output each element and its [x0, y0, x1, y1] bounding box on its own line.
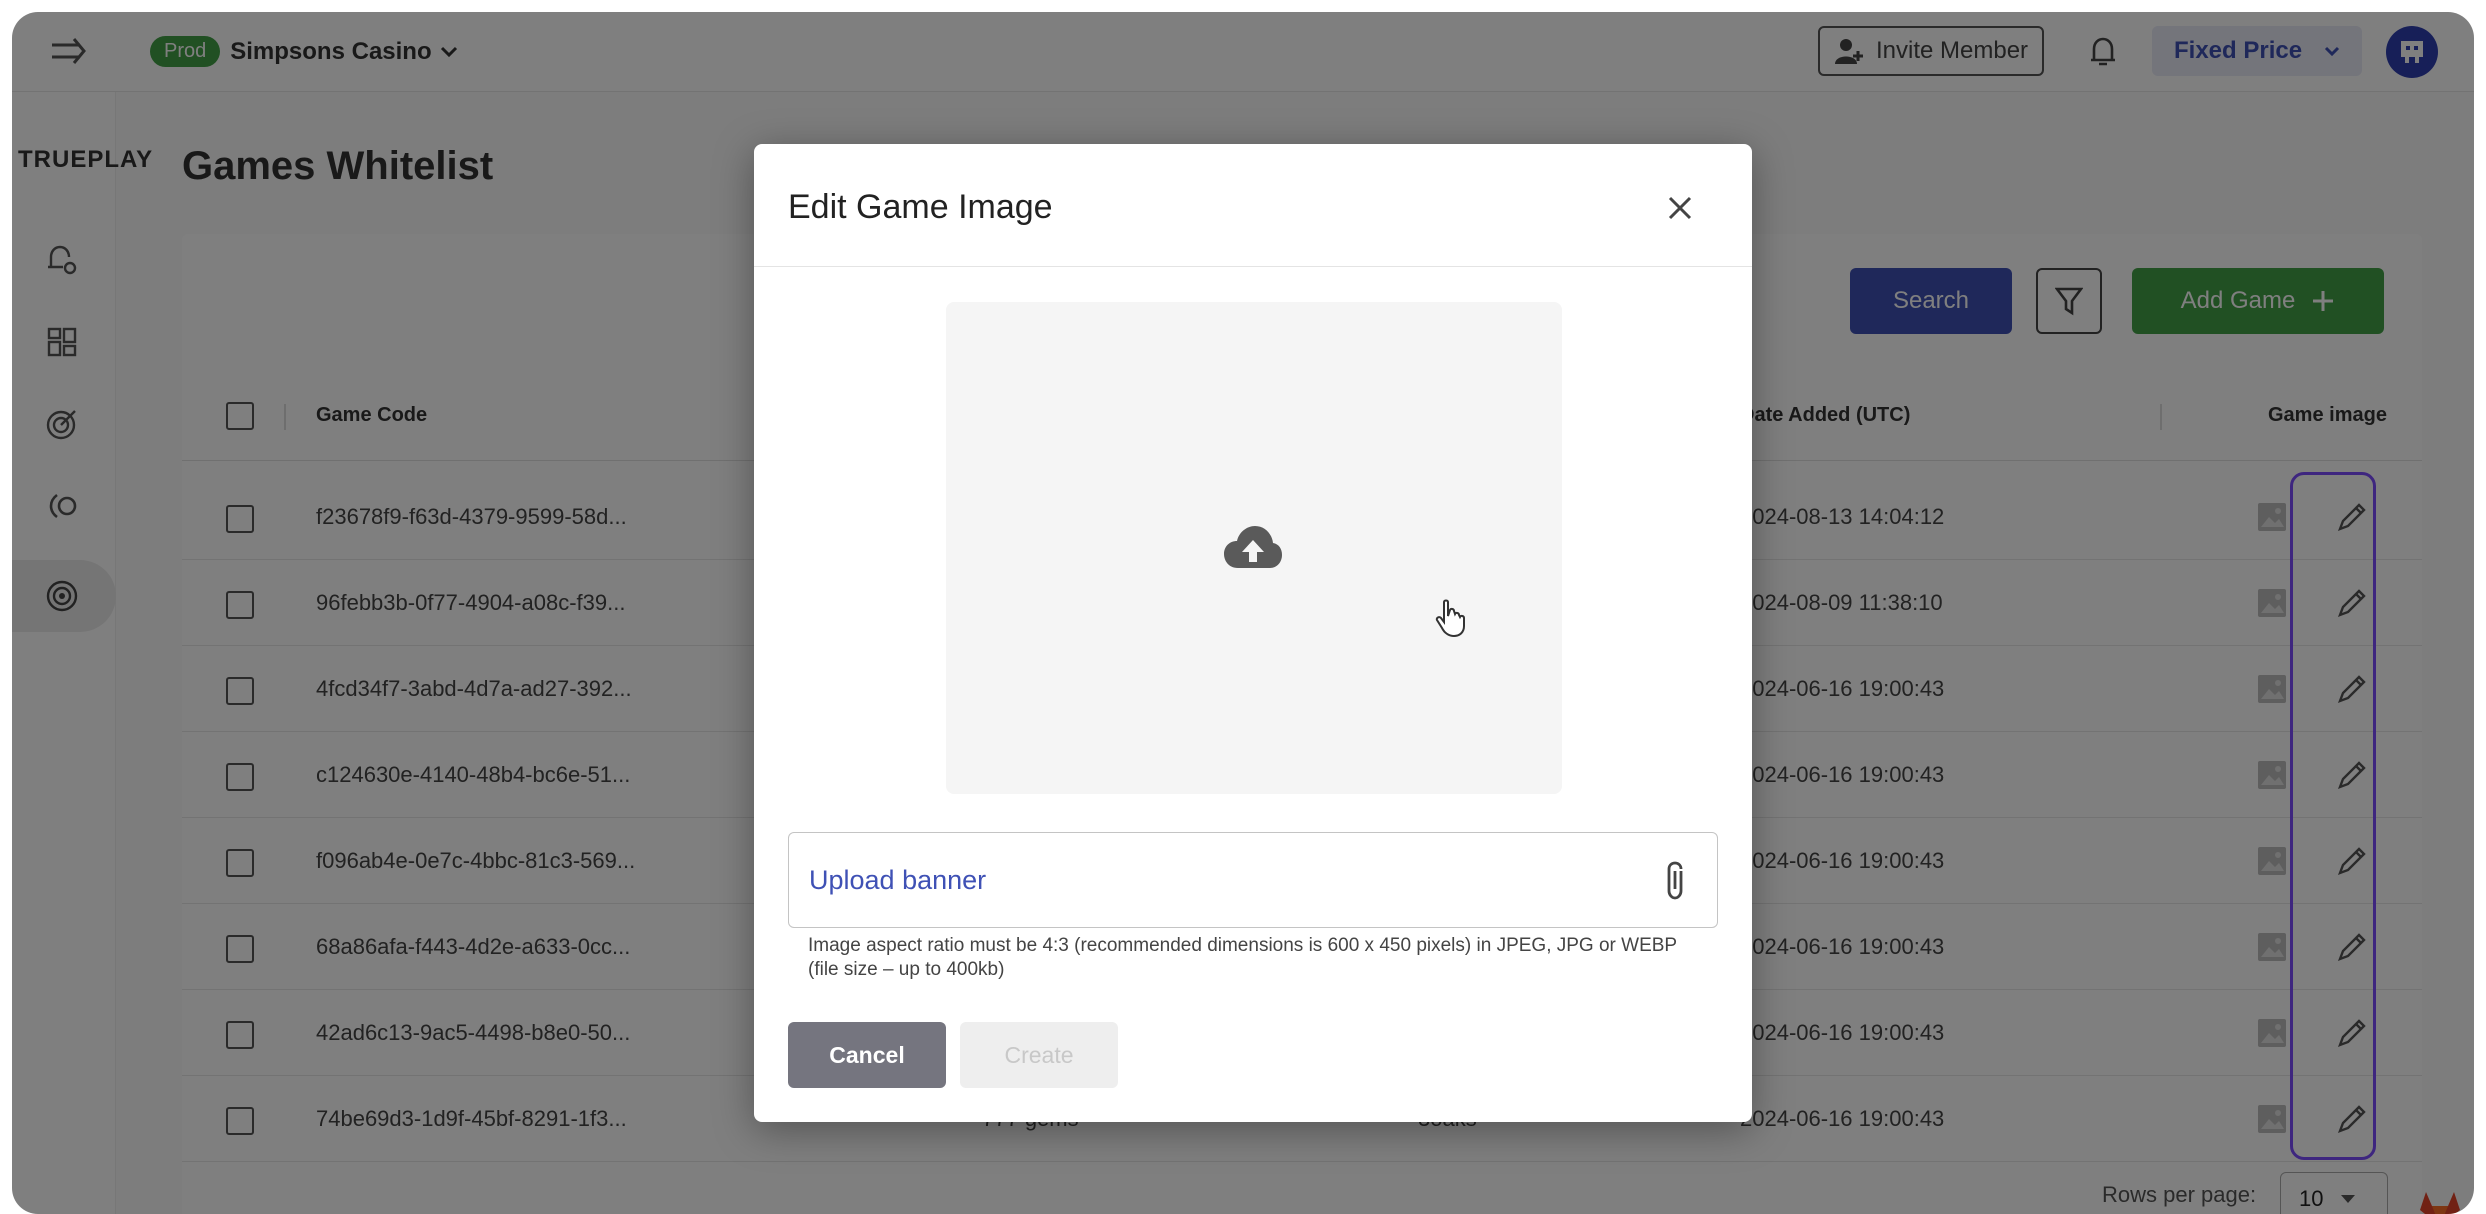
pointer-cursor-icon [1435, 599, 1465, 638]
cloud-upload-icon [1224, 526, 1282, 568]
app-window: Prod Simpsons Casino Invite Member Fixed… [12, 12, 2474, 1214]
upload-banner-field[interactable]: Upload banner [788, 832, 1718, 928]
edit-game-image-dialog: Edit Game Image Upload banner Image aspe… [754, 144, 1752, 1122]
cancel-button[interactable]: Cancel [788, 1022, 946, 1088]
close-button[interactable] [1658, 186, 1702, 230]
image-dropzone[interactable] [946, 302, 1562, 794]
create-button[interactable]: Create [960, 1022, 1118, 1088]
upload-help-text: Image aspect ratio must be 4:3 (recommen… [808, 935, 1677, 980]
modal-divider [754, 266, 1752, 267]
paperclip-icon[interactable] [1661, 859, 1691, 903]
upload-banner-label: Upload banner [809, 865, 987, 895]
modal-title: Edit Game Image [788, 188, 1053, 226]
close-icon [1668, 196, 1692, 220]
